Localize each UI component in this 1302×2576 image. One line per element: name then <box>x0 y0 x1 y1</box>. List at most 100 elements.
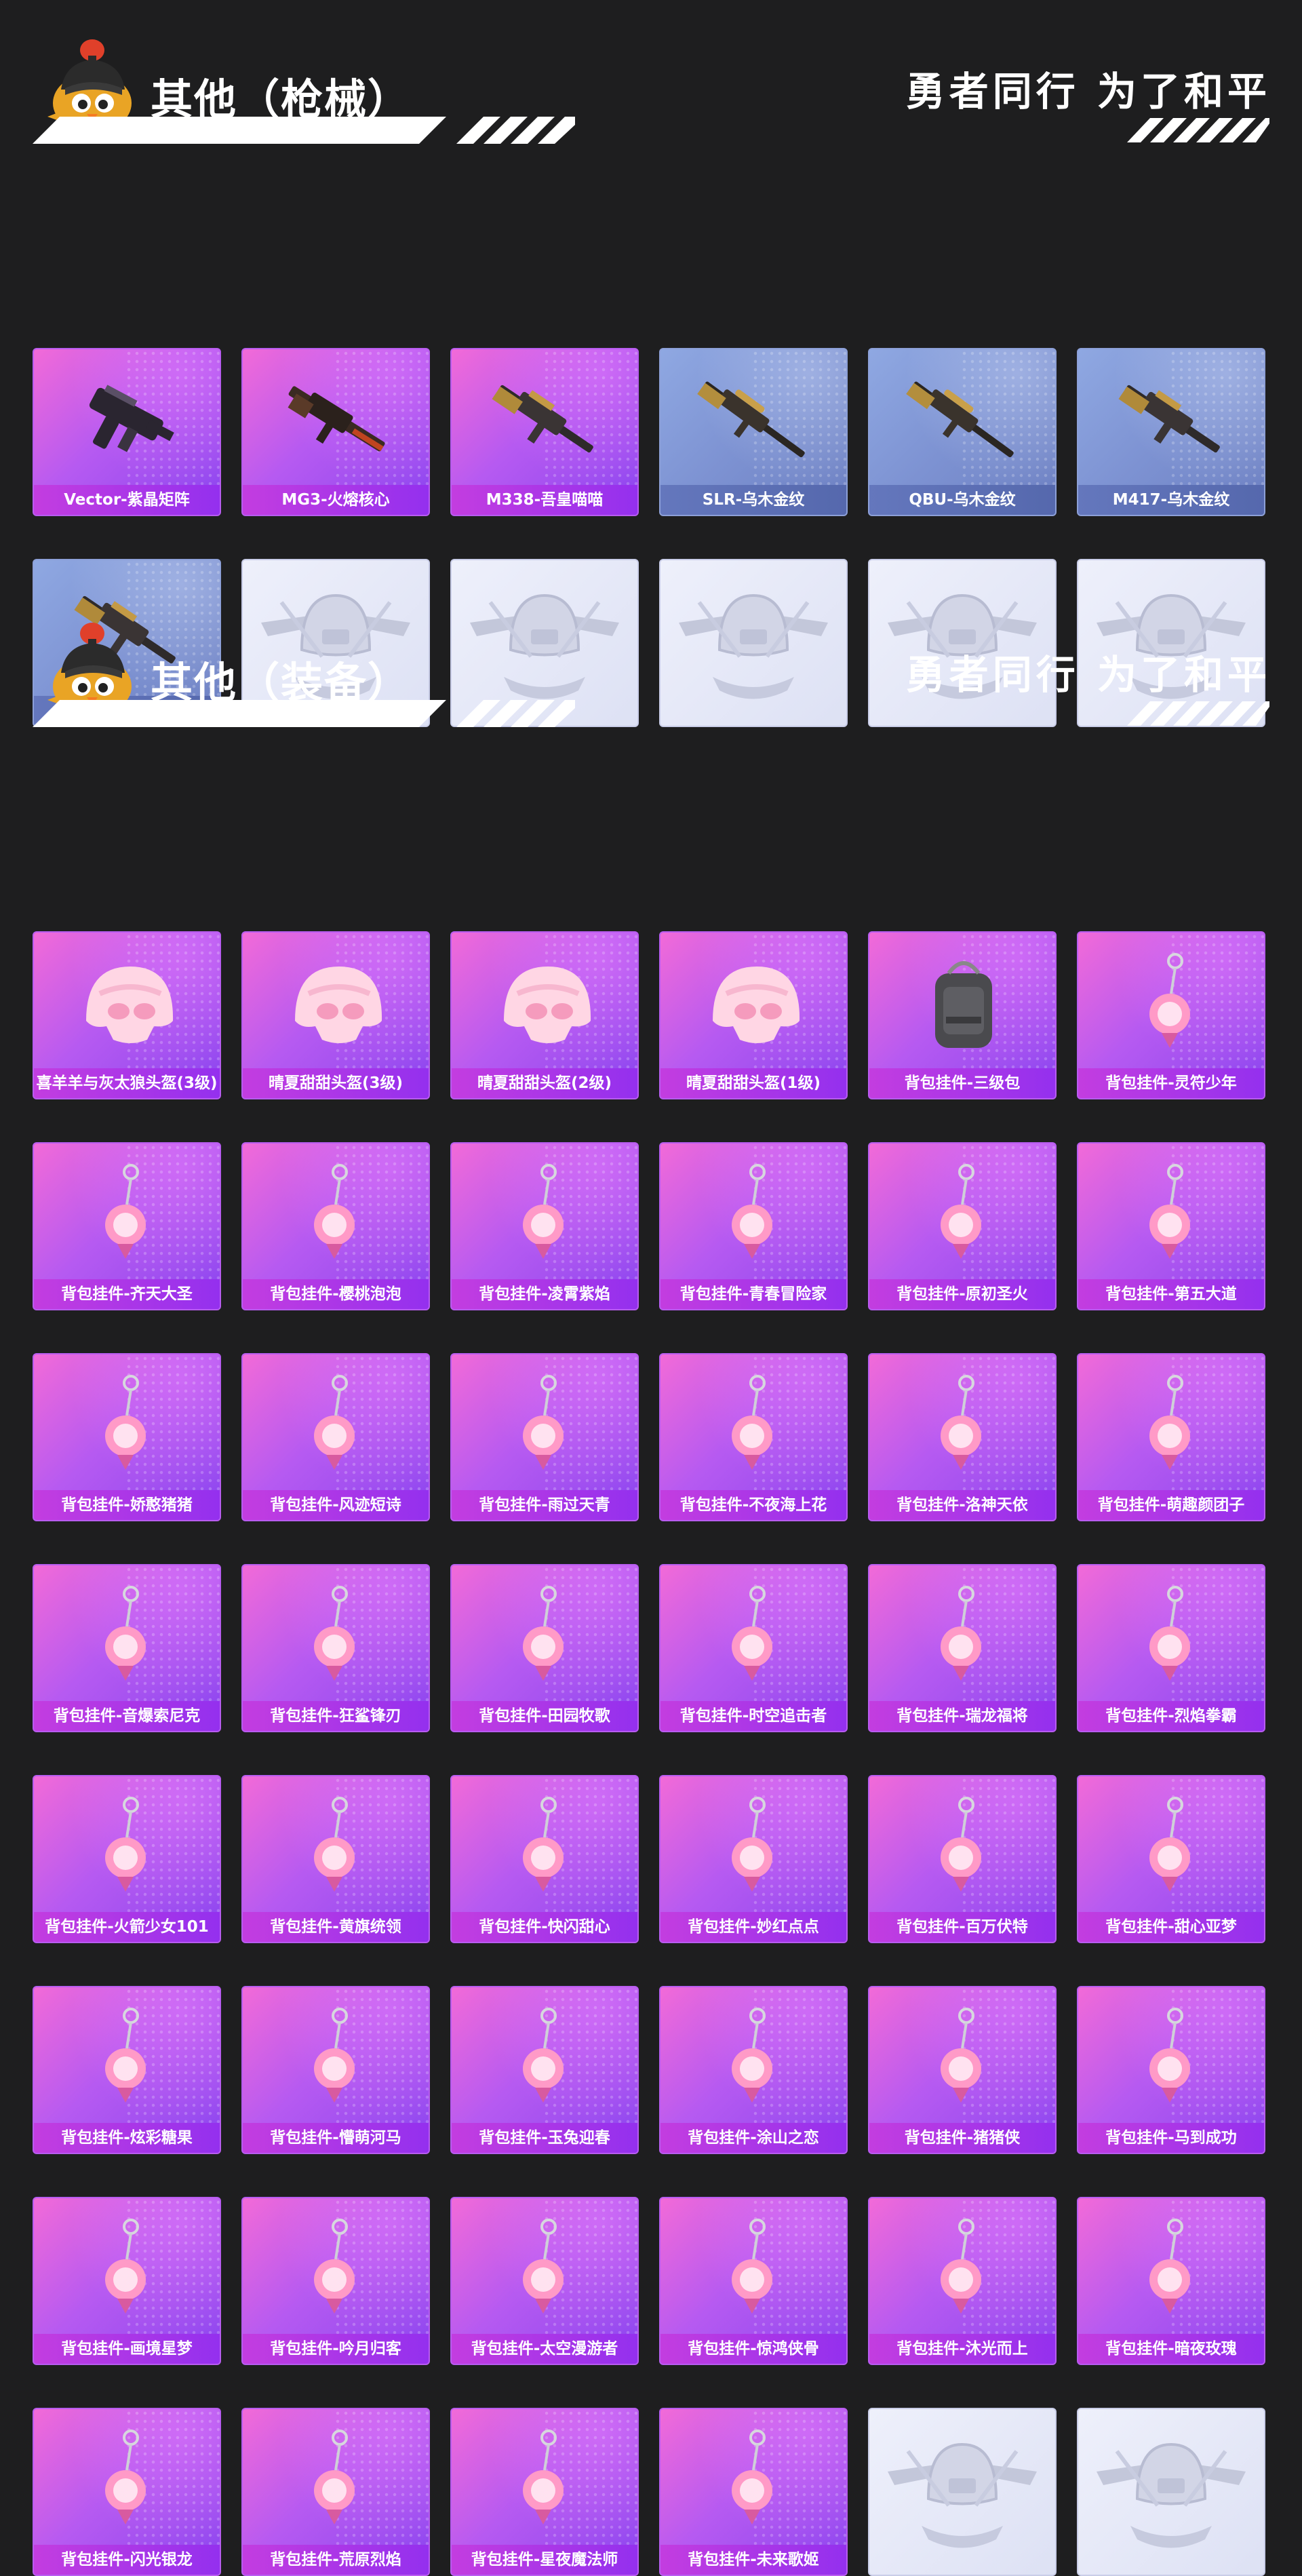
charm-icon <box>692 1368 814 1483</box>
item-card[interactable]: 背包挂件-田园牧歌 <box>450 1564 639 1732</box>
item-label: 背包挂件-风迹短诗 <box>243 1490 429 1520</box>
placeholder-emblem-icon <box>1090 2424 1252 2560</box>
item-card[interactable]: 背包挂件-沐光而上 <box>868 2197 1057 2365</box>
slogan-text: 勇者同行 为了和平 <box>905 652 1271 698</box>
item-card[interactable]: 背包挂件-狂鲨锋刃 <box>241 1564 430 1732</box>
item-card[interactable]: 背包挂件-星夜魔法师 <box>450 2408 639 2576</box>
item-card[interactable]: 背包挂件-风迹短诗 <box>241 1353 430 1521</box>
item-card[interactable]: 背包挂件-第五大道 <box>1077 1142 1265 1310</box>
item-card[interactable]: 背包挂件-音爆索尼克 <box>33 1564 221 1732</box>
item-label: 背包挂件-猪猪侠 <box>869 2123 1055 2153</box>
item-card[interactable]: 背包挂件-甜心亚梦 <box>1077 1775 1265 1943</box>
item-card[interactable]: 背包挂件-闪光银龙 <box>33 2408 221 2576</box>
item-card[interactable]: 晴夏甜甜头盔(2级) <box>450 931 639 1099</box>
item-label: 背包挂件-原初圣火 <box>869 1279 1055 1309</box>
item-card[interactable]: MG3-火熔核心 <box>241 348 430 516</box>
item-card[interactable]: 背包挂件-三级包 <box>868 931 1057 1099</box>
empty-slot-card[interactable] <box>868 2408 1057 2576</box>
item-card[interactable]: 背包挂件-惊鸿侠骨 <box>659 2197 848 2365</box>
charm-icon <box>901 1790 1023 1905</box>
item-card[interactable]: 背包挂件-雨过天青 <box>450 1353 639 1521</box>
item-label: 背包挂件-灵符少年 <box>1078 1068 1264 1098</box>
item-label: 背包挂件-快闪甜心 <box>452 1912 637 1942</box>
item-card[interactable]: 背包挂件-猪猪侠 <box>868 1986 1057 2154</box>
item-label: 背包挂件-懵萌河马 <box>243 2123 429 2153</box>
item-card[interactable]: Vector-紫晶矩阵 <box>33 348 221 516</box>
item-card[interactable]: 背包挂件-马到成功 <box>1077 1986 1265 2154</box>
item-label: 背包挂件-樱桃泡泡 <box>243 1279 429 1309</box>
item-card[interactable]: SLR-乌木金纹 <box>659 348 848 516</box>
charm-icon <box>66 2001 188 2116</box>
item-label: 背包挂件-青春冒险家 <box>660 1279 846 1309</box>
item-label: 背包挂件-沐光而上 <box>869 2334 1055 2364</box>
item-card[interactable]: 晴夏甜甜头盔(1级) <box>659 931 848 1099</box>
item-card[interactable]: 背包挂件-萌趣颜团子 <box>1077 1353 1265 1521</box>
item-card[interactable]: 背包挂件-凌霄紫焰 <box>450 1142 639 1310</box>
item-card[interactable]: 背包挂件-齐天大圣 <box>33 1142 221 1310</box>
item-label: 喜羊羊与灰太狼头盔(3级) <box>34 1068 220 1098</box>
placeholder-emblem-icon <box>881 2424 1044 2560</box>
charm-icon <box>484 1790 606 1905</box>
item-card[interactable]: 背包挂件-不夜海上花 <box>659 1353 848 1521</box>
item-card[interactable]: 背包挂件-火箭少女101 <box>33 1775 221 1943</box>
sniper-rifle-icon <box>692 363 814 478</box>
item-card[interactable]: 背包挂件-樱桃泡泡 <box>241 1142 430 1310</box>
item-card[interactable]: 背包挂件-黄旗统领 <box>241 1775 430 1943</box>
smg-icon <box>66 363 188 478</box>
item-card[interactable]: 背包挂件-烈焰拳霸 <box>1077 1564 1265 1732</box>
item-label: M417-乌木金纹 <box>1078 485 1264 515</box>
item-label: 背包挂件-田园牧歌 <box>452 1701 637 1731</box>
item-card[interactable]: M338-吾皇喵喵 <box>450 348 639 516</box>
item-card[interactable]: 背包挂件-快闪甜心 <box>450 1775 639 1943</box>
item-label: 背包挂件-黄旗统领 <box>243 1912 429 1942</box>
item-label: 背包挂件-妙红点点 <box>660 1912 846 1942</box>
item-label: 晴夏甜甜头盔(2级) <box>452 1068 637 1098</box>
item-card[interactable]: 背包挂件-画境星梦 <box>33 2197 221 2365</box>
item-label: SLR-乌木金纹 <box>660 485 846 515</box>
slogan-ribbon <box>1127 701 1269 726</box>
charm-icon <box>1110 2212 1232 2327</box>
charm-icon <box>66 1579 188 1694</box>
item-card[interactable]: 背包挂件-时空追击者 <box>659 1564 848 1732</box>
item-card[interactable]: 晴夏甜甜头盔(3级) <box>241 931 430 1099</box>
item-card[interactable]: 背包挂件-暗夜玫瑰 <box>1077 2197 1265 2365</box>
item-card[interactable]: 背包挂件-青春冒险家 <box>659 1142 848 1310</box>
item-card[interactable]: 背包挂件-百万伏特 <box>868 1775 1057 1943</box>
item-card[interactable]: 背包挂件-原初圣火 <box>868 1142 1057 1310</box>
item-card[interactable]: 背包挂件-洛神天依 <box>868 1353 1057 1521</box>
item-card[interactable]: 背包挂件-炫彩糖果 <box>33 1986 221 2154</box>
charm-icon <box>66 1368 188 1483</box>
item-card[interactable]: 背包挂件-娇憨猪猪 <box>33 1353 221 1521</box>
item-card[interactable]: M417-乌木金纹 <box>1077 348 1265 516</box>
equipment-section: 其他（装备） 勇者同行 为了和平 喜羊羊与灰太狼头盔(3级) 晴夏甜甜头盔(3级)… <box>0 583 1302 2576</box>
item-card[interactable]: 背包挂件-妙红点点 <box>659 1775 848 1943</box>
item-card[interactable]: 背包挂件-荒原烈焰 <box>241 2408 430 2576</box>
rifle-icon <box>1110 363 1232 478</box>
item-card[interactable]: 背包挂件-瑞龙福将 <box>868 1564 1057 1732</box>
item-card[interactable]: 背包挂件-懵萌河马 <box>241 1986 430 2154</box>
item-card[interactable]: QBU-乌木金纹 <box>868 348 1057 516</box>
item-label: 背包挂件-画境星梦 <box>34 2334 220 2364</box>
item-card[interactable]: 背包挂件-未来歌姬 <box>659 2408 848 2576</box>
item-label: 背包挂件-娇憨猪猪 <box>34 1490 220 1520</box>
charm-icon <box>692 2001 814 2116</box>
item-card[interactable]: 背包挂件-吟月归客 <box>241 2197 430 2365</box>
item-label: 背包挂件-雨过天青 <box>452 1490 637 1520</box>
item-card[interactable]: 喜羊羊与灰太狼头盔(3级) <box>33 931 221 1099</box>
section-header: 其他（枪械） 勇者同行 为了和平 <box>0 0 1302 156</box>
slogan-text: 勇者同行 为了和平 <box>905 69 1271 115</box>
item-card[interactable]: 背包挂件-灵符少年 <box>1077 931 1265 1099</box>
rifle-icon <box>484 363 606 478</box>
helmet-icon <box>692 946 814 1061</box>
item-card[interactable]: 背包挂件-太空漫游者 <box>450 2197 639 2365</box>
item-card[interactable]: 背包挂件-涂山之恋 <box>659 1986 848 2154</box>
item-card[interactable]: 背包挂件-玉兔迎春 <box>450 1986 639 2154</box>
helmet-icon <box>484 946 606 1061</box>
charm-icon <box>275 1790 397 1905</box>
title-ribbon <box>33 700 575 727</box>
charm-icon <box>275 2423 397 2538</box>
empty-slot-card[interactable] <box>1077 2408 1265 2576</box>
charm-icon <box>275 1579 397 1694</box>
weapons-section: 其他（枪械） 勇者同行 为了和平 Vector-紫晶矩阵 MG3-火熔核心 M338… <box>0 0 1302 727</box>
backpack-icon <box>901 946 1023 1061</box>
